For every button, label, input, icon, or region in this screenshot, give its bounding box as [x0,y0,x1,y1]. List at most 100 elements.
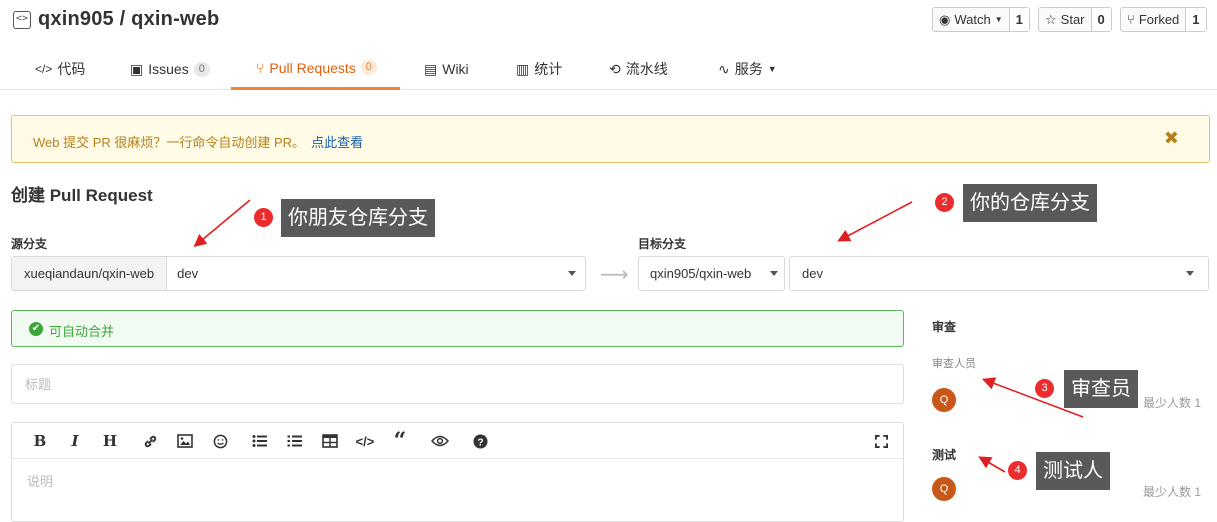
reviewer-avatar[interactable]: Q [932,388,956,412]
star-icon: ☆ [1045,12,1057,27]
test-heading[interactable]: 测试 [932,446,956,463]
code-icon: </> [35,62,53,76]
svg-text:?: ? [477,437,483,448]
tester-min-count: 最少人数 1 [1143,485,1202,499]
bold-icon[interactable]: B [29,431,51,451]
help-icon[interactable]: ? [469,431,491,451]
code-icon[interactable]: </> [354,431,376,451]
pr-title-input[interactable] [11,364,904,404]
bullet-list-icon[interactable] [249,431,271,451]
annotation-arrow-2 [837,201,913,242]
fork-icon: ⑂ [1127,12,1135,27]
watch-count[interactable]: 1 [1008,8,1029,31]
source-branch-value: dev [177,266,199,281]
emoji-icon[interactable] [209,431,231,451]
star-button[interactable]: ☆ Star 0 [1038,7,1112,32]
annotation-number-1: 1 [254,208,273,227]
source-repo[interactable]: xueqiandaun/qxin-web [12,257,168,290]
editor-toolbar: B I H </> “ ? [12,423,903,459]
chevron-down-icon: ▼ [994,15,1003,24]
source-branch-select[interactable]: dev [167,257,585,290]
notice-message: Web 提交 PR 很麻烦？一行命令自动创建 PR。 点此查看 [33,132,363,151]
tab-issues[interactable]: ▣ Issues 0 [130,48,210,90]
check-circle-icon: ✔ [29,322,43,336]
tab-stats[interactable]: ▥ 统计 [516,48,562,90]
preview-icon[interactable] [429,431,451,451]
review-heading: 审查 [932,320,957,334]
arrow-right-icon: ⟶ [600,264,629,286]
annotation-arrow-4 [978,456,1006,473]
tab-label: Issues [148,61,189,77]
reviewers-label[interactable]: 审查人员 [932,355,976,371]
star-label: Star [1060,12,1085,27]
chevron-down-icon [1186,271,1194,276]
description-placeholder: 说明 [27,474,54,489]
link-icon[interactable] [139,431,161,451]
annotation-label-3: 审查员 [1064,370,1138,408]
chevron-down-icon: ▼ [767,64,777,74]
reviewer-min-count: 最少人数 1 [1143,396,1202,410]
tab-pull-requests[interactable]: ⑂ Pull Requests 0 [231,48,400,90]
tab-services[interactable]: ∿ 服务 ▼ [718,48,777,90]
annotation-number-2: 2 [935,193,954,212]
forked-label: Forked [1138,12,1180,27]
tab-code[interactable]: </> 代码 [35,48,85,90]
italic-icon[interactable]: I [64,431,86,451]
table-icon[interactable] [319,431,341,451]
issues-count-badge: 0 [193,61,210,77]
pull-request-icon: ⑂ [256,59,265,76]
target-branch-value: dev [802,266,823,281]
notice-banner: Web 提交 PR 很麻烦？一行命令自动创建 PR。 点此查看 ✖ [11,115,1210,163]
numbered-list-icon[interactable] [284,431,306,451]
repo-code-icon: <> [13,11,31,29]
close-icon[interactable]: ✖ [1164,128,1179,149]
star-count[interactable]: 0 [1090,8,1111,31]
source-branch-selector: xueqiandaun/qxin-web dev [11,256,586,291]
tab-pipeline[interactable]: ⟲ 流水线 [609,48,668,90]
tab-wiki[interactable]: ▤ Wiki [424,48,469,90]
page-title: 创建 Pull Request [11,186,153,205]
annotation-arrow-1 [193,199,251,248]
target-branch-label: 目标分支 [638,237,687,251]
pipeline-icon: ⟲ [609,61,621,77]
fullscreen-icon[interactable] [870,431,892,451]
repo-tabs: </> 代码 ▣ Issues 0 ⑂ Pull Requests 0 ▤ Wiki ▥ 统计… [0,48,1217,90]
tab-label: Wiki [442,61,469,77]
book-icon: ▤ [424,61,438,77]
target-repo-value: qxin905/qxin-web [650,266,752,281]
quote-icon[interactable]: “ [389,428,411,454]
forked-count[interactable]: 1 [1185,8,1206,31]
tab-label: 统计 [534,61,563,77]
heading-icon[interactable]: H [99,431,121,451]
merge-status-box: ✔ 可自动合并 [11,310,904,347]
tab-label: 流水线 [625,61,668,77]
forked-button[interactable]: ⑂ Forked 1 [1120,7,1207,32]
eye-icon: ◉ [939,12,951,27]
tester-avatar[interactable]: Q [932,477,956,501]
repo-title[interactable]: qxin905 / qxin-web [38,8,219,31]
annotation-label-2: 你的仓库分支 [963,184,1097,222]
target-repo-select[interactable]: qxin905/qxin-web [638,256,785,291]
source-branch-label: 源分支 [11,237,48,251]
description-editor[interactable]: B I H </> “ ? 说明 [11,422,904,522]
image-icon[interactable] [174,431,196,451]
chevron-down-icon [770,271,778,276]
watch-label: Watch [954,12,991,27]
chevron-down-icon [568,271,576,276]
bar-chart-icon: ▥ [516,61,530,77]
notice-link[interactable]: 点此查看 [311,135,363,150]
watch-button[interactable]: ◉ Watch ▼ 1 [932,7,1030,32]
target-branch-select[interactable]: dev [789,256,1209,291]
annotation-label-1: 你朋友仓库分支 [281,199,435,237]
tab-label: 代码 [57,61,86,77]
annotation-number-4: 4 [1008,461,1027,480]
pr-count-badge: 0 [360,60,377,75]
notice-text: Web 提交 PR 很麻烦？一行命令自动创建 PR。 [33,135,306,150]
tab-label: Pull Requests [269,59,356,76]
pulse-icon: ∿ [718,61,730,77]
tab-label: 服务 [734,61,763,77]
issues-icon: ▣ [130,61,144,77]
annotation-number-3: 3 [1035,379,1054,398]
merge-status-text: 可自动合并 [49,324,115,339]
annotation-label-4: 测试人 [1036,452,1110,490]
